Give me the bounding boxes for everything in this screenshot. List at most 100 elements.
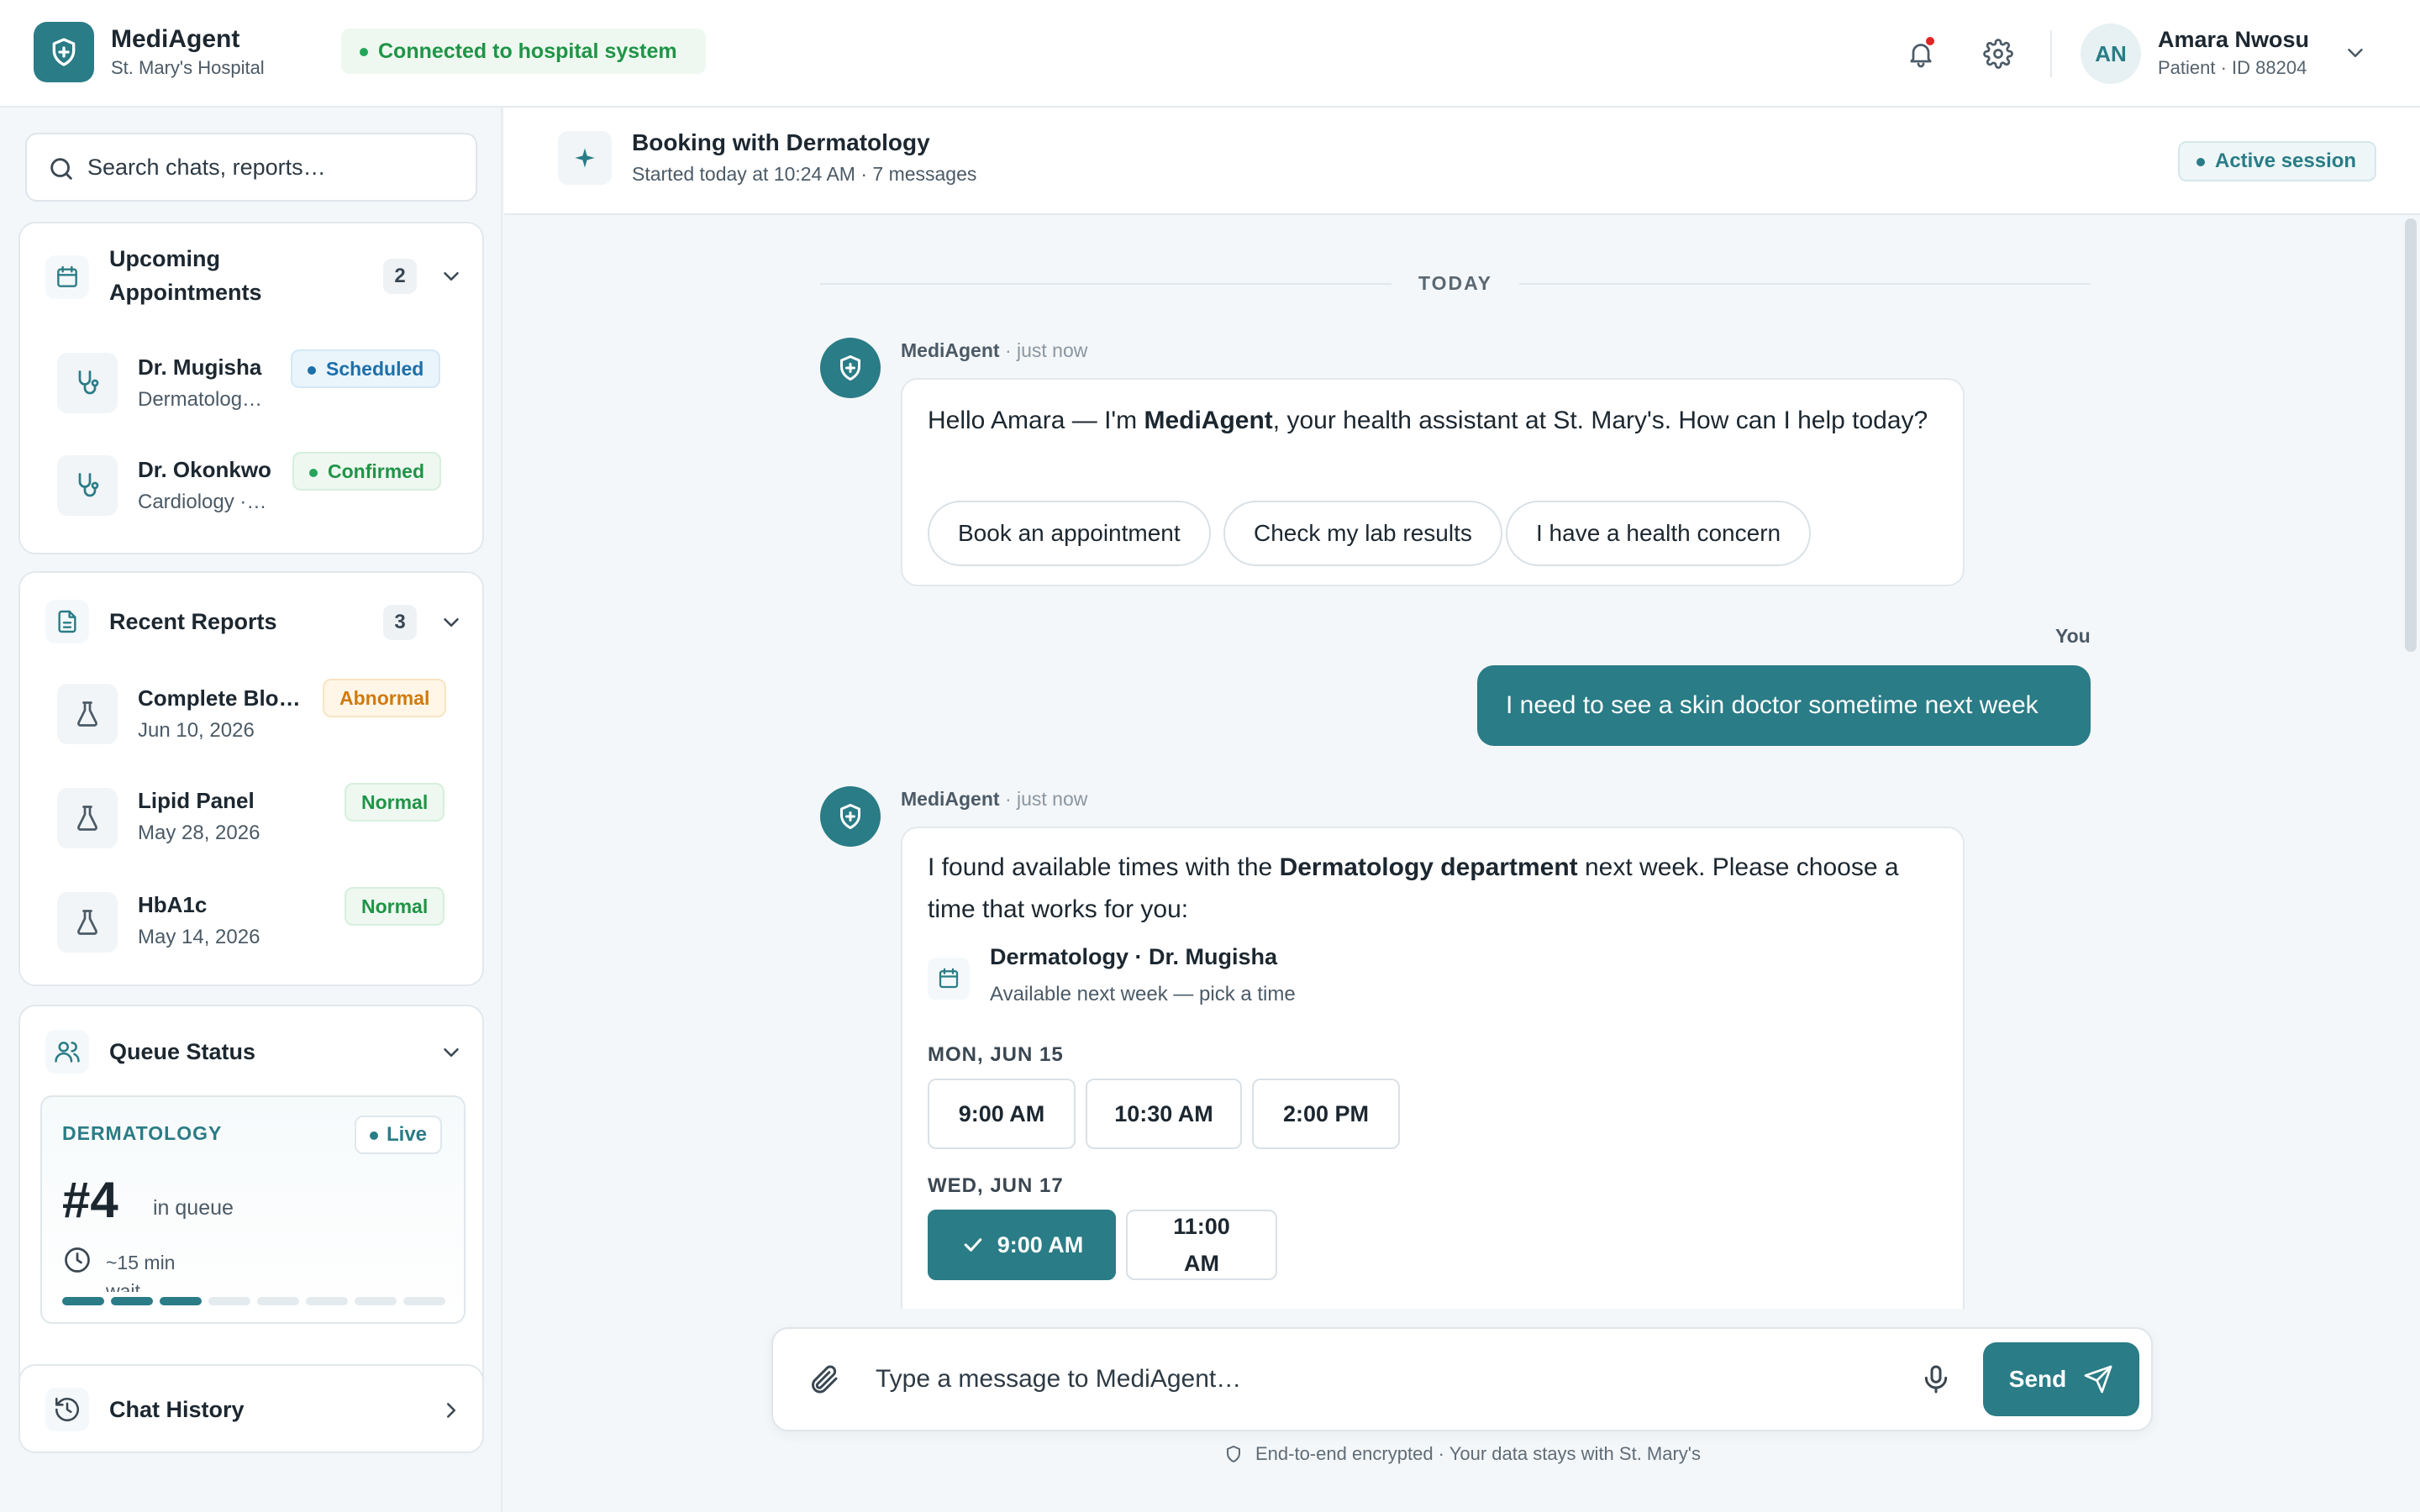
calendar-icon	[928, 958, 970, 1000]
queue-progress-segment	[257, 1297, 299, 1305]
queue-progress-segment	[208, 1297, 250, 1305]
chat-history-card[interactable]: Chat History	[18, 1364, 484, 1453]
status-badge-normal: Normal	[345, 887, 445, 926]
send-icon	[2084, 1365, 2112, 1394]
appointments-title[interactable]: Upcoming Appointments	[109, 242, 361, 309]
conversation-subtitle: Started today at 10:24 AM · 7 messages	[632, 163, 977, 185]
chat-history-title[interactable]: Chat History	[109, 1393, 245, 1426]
sidebar: Upcoming Appointments 2 Dr. Mugisha Derm…	[0, 108, 502, 1512]
report-name: Lipid Panel	[138, 788, 255, 813]
calendar-icon	[45, 255, 89, 299]
recent-reports-card: Recent Reports 3 Complete Blo… Jun 10, 2…	[18, 571, 484, 986]
queue-progress-segment	[403, 1297, 445, 1305]
search-icon	[47, 155, 76, 183]
queue-progress-bar	[62, 1297, 445, 1305]
day-divider-label: TODAY	[1418, 272, 1492, 294]
chevron-right-icon[interactable]	[439, 1398, 464, 1423]
header-divider	[2050, 30, 2052, 77]
shield-logo-icon	[34, 22, 94, 82]
user-message: I need to see a skin doctor sometime nex…	[1477, 665, 2091, 746]
time-slot-label: 9:00 AM	[997, 1232, 1084, 1257]
paperclip-icon[interactable]	[807, 1362, 840, 1396]
message-input[interactable]	[876, 1346, 1842, 1413]
connection-status-badge: Connected to hospital system	[341, 29, 706, 74]
estimated-wait: ~15 min wait	[106, 1252, 176, 1292]
patient-id: Patient · ID 88204	[2158, 57, 2307, 78]
appointment-doctor: Dr. Okonkwo	[138, 457, 271, 482]
live-badge: Live	[355, 1116, 443, 1154]
queue-progress-segment	[355, 1297, 397, 1305]
day-divider: TODAY	[820, 267, 2091, 301]
send-button-label: Send	[2008, 1366, 2067, 1392]
queue-department: DERMATOLOGY	[62, 1122, 223, 1144]
queue-progress-segment	[111, 1297, 153, 1305]
upcoming-appointments-card: Upcoming Appointments 2 Dr. Mugisha Derm…	[18, 222, 484, 554]
conversation-title: Booking with Dermatology	[632, 129, 930, 155]
report-date: May 14, 2026	[138, 926, 260, 948]
message-meta: MediAgent · just now	[901, 788, 1087, 811]
report-date: Jun 10, 2026	[138, 719, 255, 742]
mediagent-avatar-icon	[820, 338, 881, 398]
status-badge-abnormal: Abnormal	[323, 679, 447, 717]
users-icon	[45, 1030, 89, 1074]
user-name[interactable]: Amara Nwosu	[2158, 27, 2309, 53]
flask-icon	[57, 788, 118, 848]
chat-header: Booking with Dermatology Started today a…	[504, 108, 2420, 215]
report-date: May 28, 2026	[138, 822, 260, 844]
reports-title[interactable]: Recent Reports	[109, 605, 277, 638]
booking-card-subtitle: Available next week — pick a time	[990, 983, 1296, 1005]
time-slot[interactable]: 9:00 AM	[928, 1079, 1076, 1149]
search-input[interactable]	[87, 134, 457, 200]
user-avatar[interactable]: AN	[2081, 24, 2141, 84]
message-meta: MediAgent · just now	[901, 339, 1087, 362]
session-status-badge: Active session	[2178, 141, 2377, 181]
queue-progress-segment	[160, 1297, 202, 1305]
status-badge-normal: Normal	[345, 783, 445, 822]
search-box[interactable]	[25, 133, 477, 202]
chat-scrollbar[interactable]	[2405, 218, 2417, 652]
quick-reply-lab-results[interactable]: Check my lab results	[1223, 501, 1502, 566]
queue-title[interactable]: Queue Status	[109, 1035, 255, 1068]
reports-count-badge: 3	[383, 605, 417, 640]
appointment-department: Cardiology · …	[138, 491, 272, 513]
time-slot[interactable]: 2:00 PM	[1252, 1079, 1400, 1149]
message-time: · just now	[1004, 788, 1088, 810]
appointments-count-badge: 2	[383, 259, 417, 294]
top-bar: MediAgent St. Mary's Hospital Connected …	[0, 0, 2420, 108]
user-menu-chevron-down-icon[interactable]	[2343, 40, 2368, 66]
notifications-bell-icon[interactable]	[1901, 34, 1941, 74]
message-text: Hello Amara — I'm MediAgent, your health…	[928, 407, 1928, 434]
time-slot[interactable]: 10:30 AM	[1086, 1079, 1242, 1149]
encryption-note-text: End-to-end encrypted · Your data stays w…	[1255, 1443, 1702, 1464]
reports-chevron-down-icon[interactable]	[439, 610, 464, 635]
microphone-icon[interactable]	[1919, 1362, 1953, 1396]
hospital-name: St. Mary's Hospital	[111, 57, 265, 78]
quick-reply-health-concern[interactable]: I have a health concern	[1506, 501, 1812, 566]
message-sender: MediAgent	[901, 339, 1000, 361]
status-badge-confirmed: Confirmed	[292, 452, 441, 491]
chat-area: Booking with Dermatology Started today a…	[504, 108, 2420, 1512]
message-time: · just now	[1004, 339, 1088, 361]
encryption-note: End-to-end encrypted · Your data stays w…	[504, 1443, 2420, 1465]
assistant-message: I found available times with the Dermato…	[901, 827, 1965, 1347]
appointments-chevron-down-icon[interactable]	[439, 264, 464, 289]
settings-gear-icon[interactable]	[1978, 34, 2018, 74]
report-name: Complete Blo…	[138, 685, 301, 711]
time-slot-selected[interactable]: 9:00 AM	[928, 1210, 1116, 1280]
queue-position: #4	[62, 1172, 118, 1228]
queue-position-label: in queue	[153, 1196, 234, 1220]
stethoscope-icon	[57, 455, 118, 516]
status-badge-scheduled: Scheduled	[291, 349, 441, 388]
sparkle-icon	[558, 131, 612, 185]
time-slot[interactable]: 11:00 AM	[1126, 1210, 1277, 1280]
send-button[interactable]: Send	[1983, 1342, 2139, 1416]
slot-day-label: WED, JUN 17	[928, 1174, 1064, 1197]
message-sender: MediAgent	[901, 788, 1000, 810]
appointment-department: Dermatolog…	[138, 388, 263, 411]
brand-name: MediAgent	[111, 25, 240, 53]
appointment-doctor: Dr. Mugisha	[138, 354, 262, 380]
quick-reply-book-appointment[interactable]: Book an appointment	[928, 501, 1211, 566]
clock-icon	[62, 1245, 92, 1275]
queue-chevron-down-icon[interactable]	[439, 1040, 464, 1065]
flask-icon	[57, 684, 118, 744]
